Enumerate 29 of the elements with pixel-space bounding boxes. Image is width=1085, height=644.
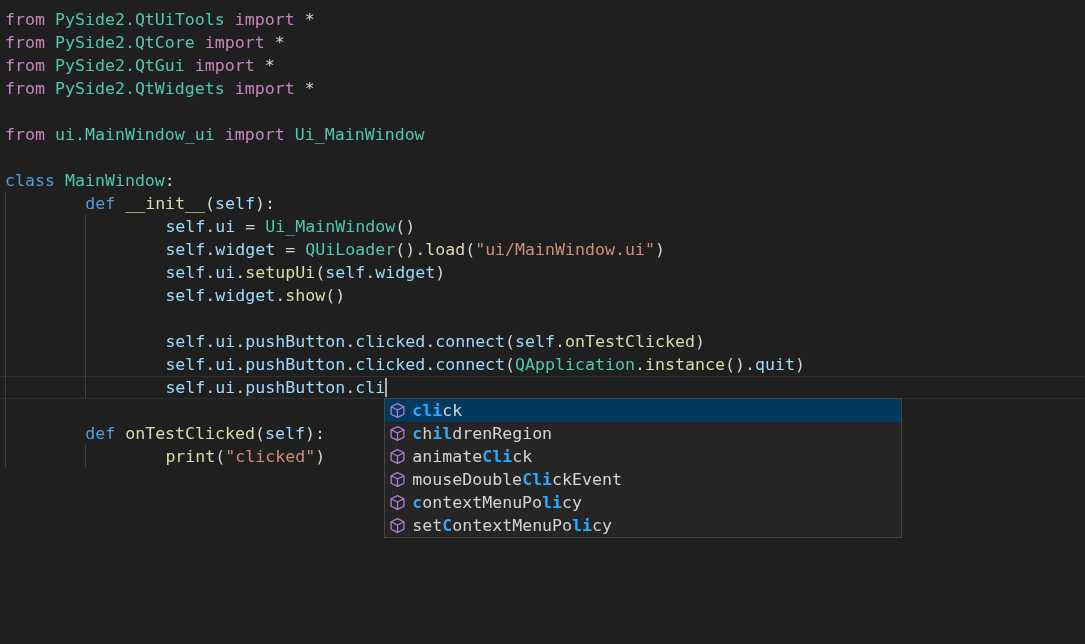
code-line: self.widget.show() bbox=[165, 285, 346, 307]
code-line: self.ui.pushButton.cli bbox=[165, 377, 386, 399]
suggestion-item[interactable]: setContextMenuPolicy bbox=[385, 514, 902, 537]
text-cursor bbox=[385, 378, 388, 397]
code-line: self.widget = QUiLoader().load("ui/MainWindow.ui") bbox=[165, 239, 665, 261]
code-line: self.ui.setupUi(self.widget) bbox=[165, 262, 446, 284]
code-line: print("clicked") bbox=[165, 446, 326, 468]
suggestion-item[interactable]: animateClick bbox=[385, 445, 902, 468]
cube-icon bbox=[389, 494, 407, 511]
cube-icon bbox=[389, 517, 407, 534]
code-line: class MainWindow: bbox=[5, 170, 175, 192]
code-line: def __init__(self): bbox=[85, 193, 276, 215]
cube-icon bbox=[389, 402, 407, 419]
code-line: self.ui = Ui_MainWindow() bbox=[165, 216, 416, 238]
code-line: from PySide2.QtWidgets import * bbox=[5, 78, 315, 100]
code-line: self.ui.pushButton.clicked.connect(QApplication.instance().quit) bbox=[165, 354, 805, 376]
code-line: from ui.MainWindow_ui import Ui_MainWindow bbox=[5, 124, 425, 146]
code-line: from PySide2.QtGui import * bbox=[5, 55, 275, 77]
suggestion-item[interactable]: contextMenuPolicy bbox=[385, 491, 902, 514]
suggestion-item[interactable]: childrenRegion bbox=[385, 422, 902, 445]
code-line: from PySide2.QtUiTools import * bbox=[5, 9, 315, 31]
cube-icon bbox=[389, 448, 407, 465]
code-line: def onTestClicked(self): bbox=[85, 423, 325, 445]
code-line: self.ui.pushButton.clicked.connect(self.onTestClicked) bbox=[165, 331, 705, 353]
suggestion-item[interactable]: mouseDoubleClickEvent bbox=[385, 468, 902, 491]
cube-icon bbox=[389, 471, 407, 488]
suggestion-item[interactable]: click bbox=[385, 399, 902, 422]
cube-icon bbox=[389, 425, 407, 442]
code-line: from PySide2.QtCore import * bbox=[5, 32, 285, 54]
